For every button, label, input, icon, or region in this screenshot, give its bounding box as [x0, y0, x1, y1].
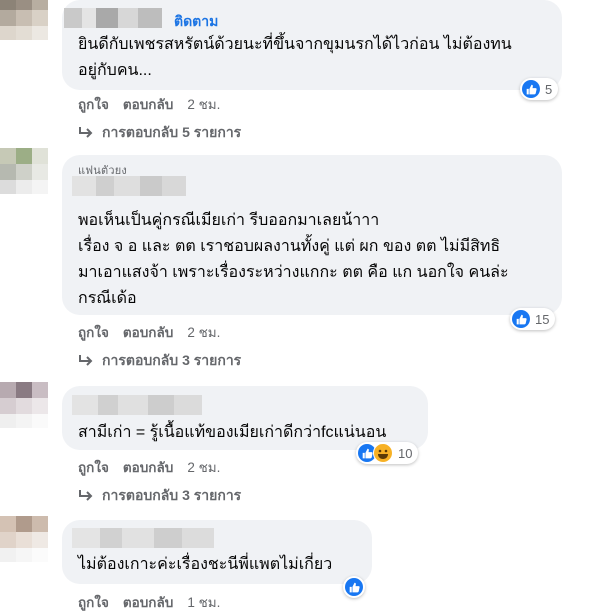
- avatar[interactable]: [0, 516, 48, 562]
- view-replies-link[interactable]: การตอบกลับ 5 รายการ: [78, 122, 241, 144]
- comment-actions: ถูกใจ ตอบกลับ 2 ชม.: [78, 321, 220, 343]
- like-button[interactable]: ถูกใจ: [78, 591, 109, 613]
- replies-count-label[interactable]: การตอบกลับ 3 รายการ: [102, 485, 241, 507]
- reply-arrow-icon: [79, 127, 93, 138]
- haha-icon: [373, 443, 393, 463]
- timestamp[interactable]: 1 ชม.: [187, 591, 220, 613]
- reply-arrow-icon: [79, 490, 93, 501]
- reaction-summary[interactable]: 15: [510, 308, 556, 330]
- reply-arrow-icon: [79, 355, 93, 366]
- commenter-name[interactable]: [72, 395, 202, 415]
- comment-text: พอเห็นเป็นคู่กรณีเมียเก่า รีบออกมาเลยน้า…: [78, 212, 509, 307]
- timestamp[interactable]: 2 ชม.: [187, 456, 220, 478]
- like-icon: [512, 310, 530, 328]
- view-replies-link[interactable]: การตอบกลับ 3 รายการ: [78, 350, 241, 372]
- reply-button[interactable]: ตอบกลับ: [123, 456, 173, 478]
- reply-button[interactable]: ตอบกลับ: [123, 321, 173, 343]
- comment-actions: ถูกใจ ตอบกลับ 2 ชม.: [78, 456, 220, 478]
- comment-text: ไม่ต้องเกาะค่ะเรื่องชะนีพี่แพตไม่เกี่ยว: [78, 556, 333, 573]
- timestamp[interactable]: 2 ชม.: [187, 93, 220, 115]
- like-button[interactable]: ถูกใจ: [78, 321, 109, 343]
- reaction-count: 15: [535, 311, 550, 327]
- avatar[interactable]: [0, 0, 48, 40]
- like-icon: [345, 578, 363, 596]
- timestamp[interactable]: 2 ชม.: [187, 321, 220, 343]
- like-icon: [522, 80, 540, 98]
- view-replies-link[interactable]: การตอบกลับ 3 รายการ: [78, 485, 241, 507]
- replies-count-label[interactable]: การตอบกลับ 3 รายการ: [102, 350, 241, 372]
- avatar[interactable]: [0, 382, 48, 428]
- reaction-count: 10: [398, 445, 413, 461]
- replies-count-label[interactable]: การตอบกลับ 5 รายการ: [102, 122, 241, 144]
- reaction-count: 5: [545, 81, 553, 97]
- avatar[interactable]: [0, 148, 48, 194]
- reaction-summary[interactable]: 10: [356, 442, 419, 464]
- like-button[interactable]: ถูกใจ: [78, 456, 109, 478]
- commenter-name[interactable]: [72, 176, 186, 196]
- commenter-name[interactable]: [72, 528, 214, 548]
- reply-button[interactable]: ตอบกลับ: [123, 591, 173, 613]
- reaction-summary[interactable]: [343, 576, 365, 598]
- reaction-summary[interactable]: 5: [520, 78, 559, 100]
- follow-link[interactable]: ติดตาม: [174, 11, 218, 33]
- comment-actions: ถูกใจ ตอบกลับ 1 ชม.: [78, 591, 220, 613]
- like-button[interactable]: ถูกใจ: [78, 93, 109, 115]
- commenter-name[interactable]: [64, 8, 162, 28]
- comment-text: ยินดีกับเพชรสหรัตน์ด้วยนะที่ขึ้นจากขุมนร…: [78, 36, 512, 79]
- comment-actions: ถูกใจ ตอบกลับ 2 ชม.: [78, 93, 220, 115]
- reply-button[interactable]: ตอบกลับ: [123, 93, 173, 115]
